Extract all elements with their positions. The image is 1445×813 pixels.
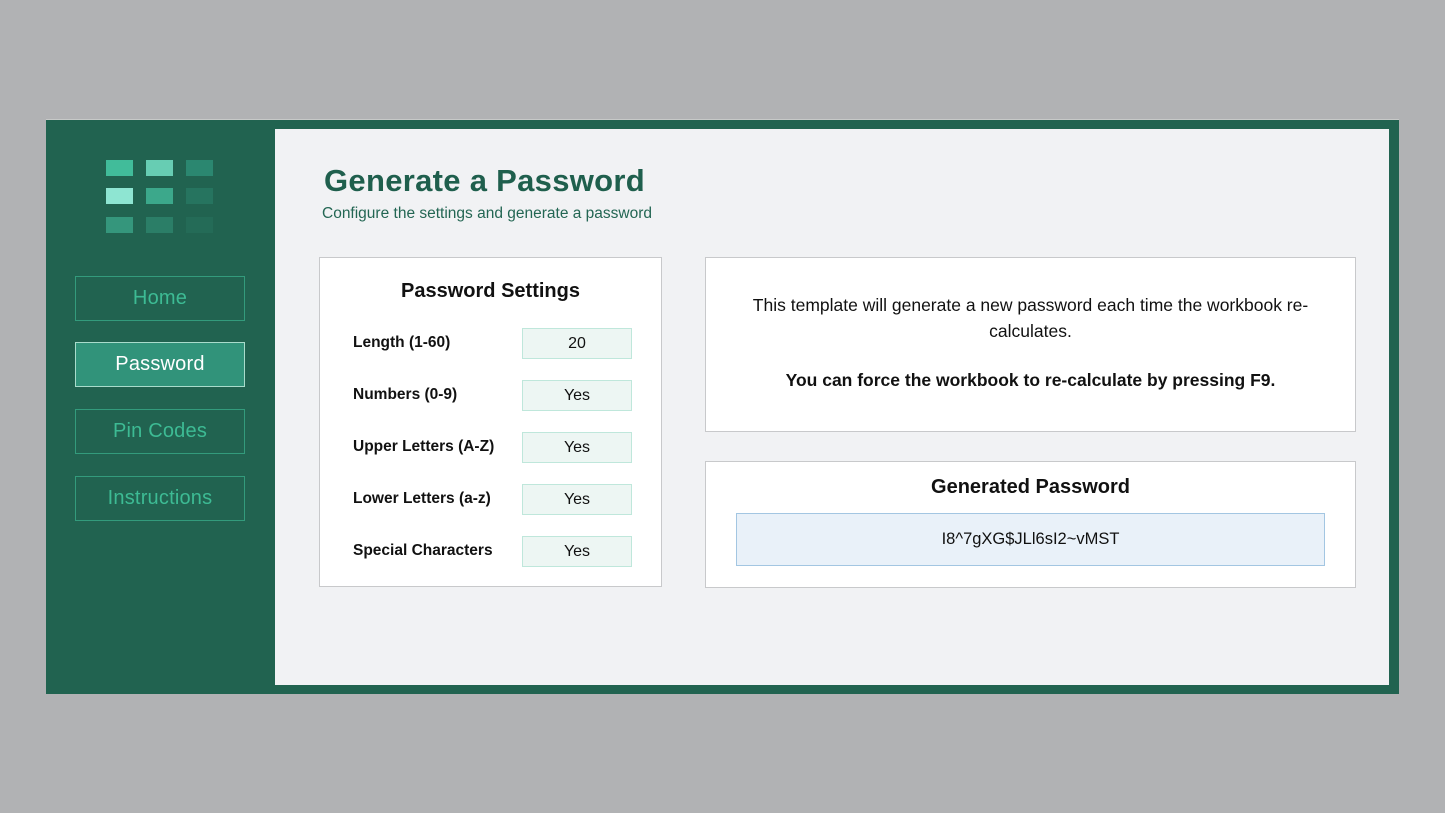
nav-instructions-button[interactable]: Instructions	[75, 476, 245, 521]
setting-row-upper: Upper Letters (A-Z) Yes	[353, 432, 633, 463]
info-card: This template will generate a new passwo…	[705, 257, 1356, 432]
logo-tile	[146, 217, 173, 233]
nav-home-button[interactable]: Home	[75, 276, 245, 321]
setting-row-length: Length (1-60) 20	[353, 328, 633, 359]
nav-password-label: Password	[115, 353, 205, 375]
sidebar: Home Password Pin Codes Instructions	[46, 120, 275, 694]
page-title: Generate a Password	[324, 163, 646, 198]
generated-password-card: Generated Password I8^7gXG$JLl6sI2~vMST	[705, 461, 1356, 588]
setting-label: Lower Letters (a-z)	[353, 490, 491, 507]
nav-home-label: Home	[132, 287, 188, 309]
setting-label: Special Characters	[353, 542, 493, 559]
length-input[interactable]: 20	[522, 328, 632, 359]
setting-label: Length (1-60)	[353, 334, 451, 351]
setting-row-numbers: Numbers (0-9) Yes	[353, 380, 633, 411]
generated-password-title: Generated Password	[931, 476, 1130, 498]
info-recalc-hint: You can force the workbook to re-calcula…	[785, 370, 1276, 390]
setting-label: Numbers (0-9)	[353, 386, 458, 403]
app-frame: Home Password Pin Codes Instructions Gen…	[46, 119, 1399, 694]
logo-tile	[106, 217, 133, 233]
logo-tile	[106, 188, 133, 204]
numbers-select[interactable]: Yes	[522, 380, 632, 411]
setting-row-lower: Lower Letters (a-z) Yes	[353, 484, 633, 515]
logo-tile	[186, 160, 213, 176]
logo-tile	[146, 188, 173, 204]
logo-tile	[146, 160, 173, 176]
special-characters-select[interactable]: Yes	[522, 536, 632, 567]
setting-label: Upper Letters (A-Z)	[353, 438, 495, 455]
nav-instructions-label: Instructions	[107, 487, 213, 509]
nav-pin-codes-button[interactable]: Pin Codes	[75, 409, 245, 454]
app-logo-icon	[106, 160, 214, 234]
page-subtitle: Configure the settings and generate a pa…	[322, 205, 653, 222]
generated-password-field[interactable]: I8^7gXG$JLl6sI2~vMST	[736, 513, 1325, 566]
logo-tile	[106, 160, 133, 176]
settings-title: Password Settings	[401, 280, 580, 302]
password-settings-card: Password Settings Length (1-60) 20 Numbe…	[319, 257, 662, 587]
nav-pin-codes-label: Pin Codes	[112, 420, 208, 442]
upper-letters-select[interactable]: Yes	[522, 432, 632, 463]
nav-password-button[interactable]: Password	[75, 342, 245, 387]
info-text: This template will generate a new passwo…	[752, 295, 1309, 341]
main-content: Generate a Password Configure the settin…	[275, 129, 1389, 685]
setting-row-special: Special Characters Yes	[353, 536, 633, 567]
logo-tile	[186, 188, 213, 204]
logo-tile	[186, 217, 213, 233]
lower-letters-select[interactable]: Yes	[522, 484, 632, 515]
